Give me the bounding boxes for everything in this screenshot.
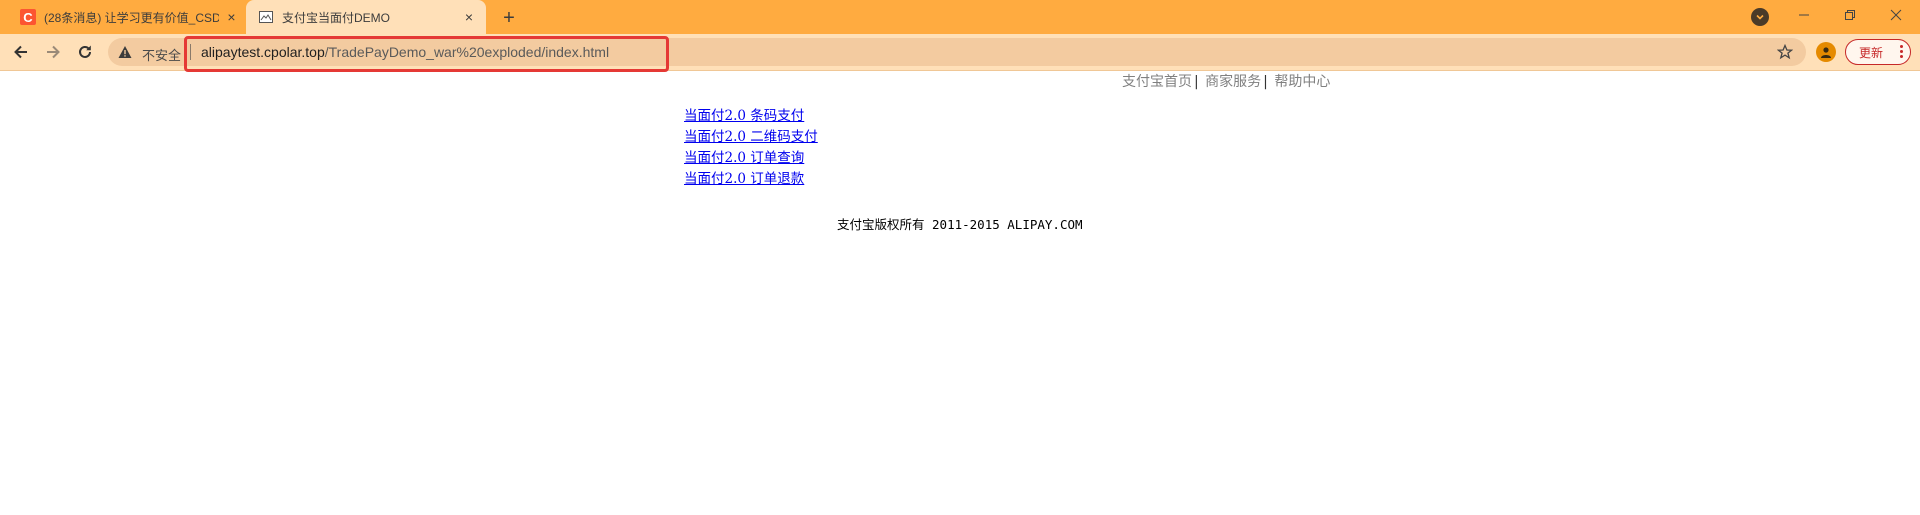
restore-icon[interactable] <box>1827 0 1873 30</box>
tab-close-icon[interactable]: × <box>460 8 478 26</box>
demo-link-list: 当面付2.0 条码支付 当面付2.0 二维码支付 当面付2.0 订单查询 当面付… <box>684 106 818 190</box>
reload-icon[interactable] <box>73 40 97 64</box>
tab-title: (28条消息) 让学习更有价值_CSDN <box>44 10 219 25</box>
top-nav: 支付宝首页 | 商家服务 | 帮助中心 <box>1122 71 1330 91</box>
tab-search-icon[interactable] <box>1751 8 1769 26</box>
link-qrcode-pay[interactable]: 当面付2.0 二维码支付 <box>684 127 818 148</box>
link-order-query[interactable]: 当面付2.0 订单查询 <box>684 148 818 169</box>
bookmark-star-icon[interactable] <box>1776 43 1794 61</box>
nav-link-merchant-service[interactable]: 商家服务 <box>1205 74 1261 90</box>
link-order-refund[interactable]: 当面付2.0 订单退款 <box>684 169 818 190</box>
nav-link-help-center[interactable]: 帮助中心 <box>1274 74 1330 90</box>
update-button-label: 更新 <box>1859 45 1884 60</box>
tab-strip: C (28条消息) 让学习更有价值_CSDN × 支付宝当面付DEMO × + <box>0 0 1920 34</box>
page-image-icon <box>258 9 274 25</box>
csdn-icon: C <box>20 9 36 25</box>
back-arrow-icon[interactable] <box>9 40 33 64</box>
nav-divider: | <box>1194 74 1199 90</box>
nav-divider: | <box>1263 74 1268 90</box>
window-close-icon[interactable] <box>1873 0 1919 30</box>
update-button[interactable]: 更新 <box>1845 39 1911 65</box>
link-barcode-pay[interactable]: 当面付2.0 条码支付 <box>684 106 818 127</box>
copyright-footer: 支付宝版权所有 2011-2015 ALIPAY.COM <box>837 217 1083 232</box>
forward-arrow-icon[interactable] <box>41 40 65 64</box>
minimize-icon[interactable] <box>1781 0 1827 30</box>
csdn-favicon-letter: C <box>20 9 36 25</box>
new-tab-icon[interactable]: + <box>498 7 520 29</box>
tab-alipay-demo[interactable]: 支付宝当面付DEMO × <box>246 0 486 34</box>
profile-avatar-icon[interactable] <box>1816 42 1836 62</box>
more-menu-icon <box>1900 45 1904 60</box>
security-label[interactable]: 不安全 <box>142 45 181 64</box>
url-highlight-box <box>184 36 669 72</box>
tab-csdn[interactable]: C (28条消息) 让学习更有价值_CSDN × <box>8 0 248 34</box>
warning-icon <box>118 46 132 58</box>
nav-link-alipay-home[interactable]: 支付宝首页 <box>1122 74 1192 90</box>
tab-title: 支付宝当面付DEMO <box>282 10 391 25</box>
tab-close-icon[interactable]: × <box>223 8 240 26</box>
